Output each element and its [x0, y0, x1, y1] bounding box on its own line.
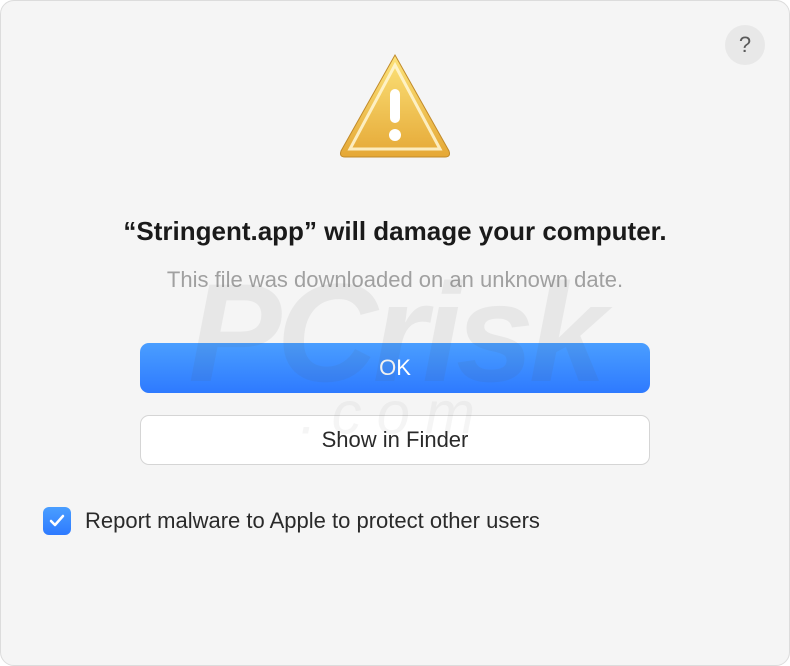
help-icon: ?	[739, 32, 751, 58]
gatekeeper-dialog: PCrisk .com ? “Stringent.app” will damag…	[0, 0, 790, 666]
warning-icon	[335, 51, 455, 161]
dialog-title: “Stringent.app” will damage your compute…	[83, 216, 706, 247]
help-button[interactable]: ?	[725, 25, 765, 65]
dialog-buttons: OK Show in Finder	[140, 343, 650, 465]
checkmark-icon	[48, 512, 66, 530]
show-in-finder-button[interactable]: Show in Finder	[140, 415, 650, 465]
dialog-subtitle: This file was downloaded on an unknown d…	[127, 267, 663, 293]
ok-button[interactable]: OK	[140, 343, 650, 393]
report-malware-label: Report malware to Apple to protect other…	[85, 508, 540, 534]
report-malware-row: Report malware to Apple to protect other…	[1, 507, 540, 535]
report-malware-checkbox[interactable]	[43, 507, 71, 535]
